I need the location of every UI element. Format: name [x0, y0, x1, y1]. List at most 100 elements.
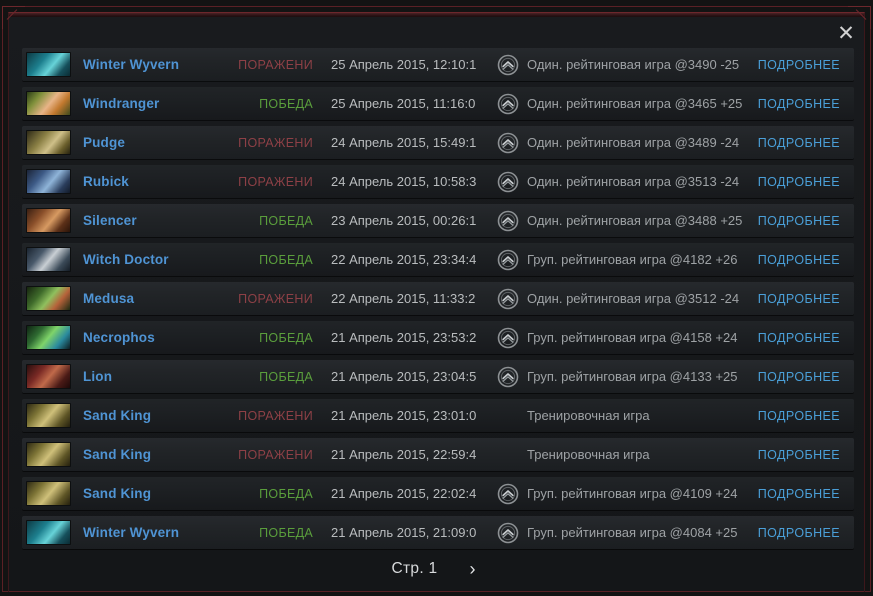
hero-name: Winter Wyvern	[83, 525, 180, 540]
hero-name: Rubick	[83, 174, 129, 189]
match-mode: Груп. рейтинговая игра @4158 +24	[527, 330, 738, 345]
details-button[interactable]: ПОДРОБНЕЕ	[758, 175, 840, 189]
hero-portrait-sand-king	[26, 442, 71, 467]
close-button[interactable]: ✕	[829, 16, 863, 50]
match-mode: Один. рейтинговая игра @3512 -24	[527, 291, 740, 306]
table-row[interactable]: Lion ПОБЕДА 21 Апрель 2015, 23:04:5 Груп. р…	[22, 360, 854, 393]
ranked-game-icon	[497, 327, 519, 349]
table-row[interactable]: Sand King ПОРАЖЕНИ 21 Апрель 2015, 23:01:0…	[22, 399, 854, 432]
match-result: ПОБЕДА	[259, 96, 313, 111]
ranked-game-icon	[497, 366, 519, 388]
ranked-game-icon	[497, 54, 519, 76]
hero-name: Lion	[83, 369, 113, 384]
hero-name: Sand King	[83, 408, 152, 423]
hero-portrait-medusa	[26, 286, 71, 311]
hero-portrait-witch-doctor	[26, 247, 71, 272]
details-button[interactable]: ПОДРОБНЕЕ	[758, 58, 840, 72]
hero-name: Sand King	[83, 447, 152, 462]
ranked-game-icon	[497, 210, 519, 232]
match-date: 21 Апрель 2015, 23:04:5	[331, 369, 477, 384]
match-result: ПОРАЖЕНИ	[238, 447, 313, 462]
details-button[interactable]: ПОДРОБНЕЕ	[758, 409, 840, 423]
match-mode: Один. рейтинговая игра @3490 -25	[527, 57, 740, 72]
match-result: ПОБЕДА	[259, 252, 313, 267]
match-result: ПОБЕДА	[259, 369, 313, 384]
match-date: 21 Апрель 2015, 22:02:4	[331, 486, 477, 501]
match-date: 21 Апрель 2015, 23:01:0	[331, 408, 477, 423]
table-row[interactable]: Winter Wyvern ПОРАЖЕНИ 25 Апрель 2015, 12:…	[22, 48, 854, 81]
match-mode: Тренировочная игра	[527, 447, 650, 462]
hero-portrait-silencer	[26, 208, 71, 233]
details-button[interactable]: ПОДРОБНЕЕ	[758, 370, 840, 384]
details-button[interactable]: ПОДРОБНЕЕ	[758, 97, 840, 111]
match-date: 21 Апрель 2015, 22:59:4	[331, 447, 477, 462]
ranked-game-icon	[497, 522, 519, 544]
match-date: 23 Апрель 2015, 00:26:1	[331, 213, 477, 228]
match-mode: Один. рейтинговая игра @3488 +25	[527, 213, 743, 228]
match-date: 22 Апрель 2015, 11:33:2	[331, 291, 476, 306]
ranked-game-icon	[497, 249, 519, 271]
table-row[interactable]: Rubick ПОРАЖЕНИ 24 Апрель 2015, 10:58:3 Оди…	[22, 165, 854, 198]
match-result: ПОБЕДА	[259, 486, 313, 501]
match-history-list: Winter Wyvern ПОРАЖЕНИ 25 Апрель 2015, 12:…	[22, 48, 854, 553]
hero-portrait-winter-wyvern	[26, 520, 71, 545]
table-row[interactable]: Necrophos ПОБЕДА 21 Апрель 2015, 23:53:2 Гр…	[22, 321, 854, 354]
hero-name: Winter Wyvern	[83, 57, 180, 72]
details-button[interactable]: ПОДРОБНЕЕ	[758, 526, 840, 540]
match-mode: Один. рейтинговая игра @3465 +25	[527, 96, 743, 111]
match-mode: Один. рейтинговая игра @3513 -24	[527, 174, 740, 189]
table-row[interactable]: Sand King ПОРАЖЕНИ 21 Апрель 2015, 22:59:4…	[22, 438, 854, 471]
match-date: 25 Апрель 2015, 12:10:1	[331, 57, 477, 72]
details-button[interactable]: ПОДРОБНЕЕ	[758, 487, 840, 501]
ranked-game-icon	[497, 93, 519, 115]
match-result: ПОРАЖЕНИ	[238, 291, 313, 306]
hero-portrait-sand-king	[26, 481, 71, 506]
ranked-game-icon	[497, 171, 519, 193]
hero-portrait-rubick	[26, 169, 71, 194]
match-date: 21 Апрель 2015, 21:09:0	[331, 525, 477, 540]
hero-name: Sand King	[83, 486, 152, 501]
table-row[interactable]: Windranger ПОБЕДА 25 Апрель 2015, 11:16:0 О…	[22, 87, 854, 120]
table-row[interactable]: Medusa ПОРАЖЕНИ 22 Апрель 2015, 11:33:2 Оди…	[22, 282, 854, 315]
match-mode: Груп. рейтинговая игра @4182 +26	[527, 252, 738, 267]
match-result: ПОРАЖЕНИ	[238, 57, 313, 72]
next-page-button[interactable]: ›	[463, 558, 481, 580]
details-button[interactable]: ПОДРОБНЕЕ	[758, 136, 840, 150]
close-icon: ✕	[837, 21, 855, 45]
table-row[interactable]: Winter Wyvern ПОБЕДА 21 Апрель 2015, 21:09…	[22, 516, 854, 549]
match-mode: Тренировочная игра	[527, 408, 650, 423]
table-row[interactable]: Silencer ПОБЕДА 23 Апрель 2015, 00:26:1 Оди…	[22, 204, 854, 237]
match-mode: Груп. рейтинговая игра @4133 +25	[527, 369, 738, 384]
hero-portrait-windranger	[26, 91, 71, 116]
table-row[interactable]: Witch Doctor ПОБЕДА 22 Апрель 2015, 23:34:…	[22, 243, 854, 276]
ranked-game-icon	[497, 288, 519, 310]
match-date: 24 Апрель 2015, 15:49:1	[331, 135, 477, 150]
hero-portrait-pudge	[26, 130, 71, 155]
match-mode: Один. рейтинговая игра @3489 -24	[527, 135, 740, 150]
match-mode: Груп. рейтинговая игра @4084 +25	[527, 525, 738, 540]
match-date: 24 Апрель 2015, 10:58:3	[331, 174, 477, 189]
match-result: ПОБЕДА	[259, 525, 313, 540]
hero-portrait-necrophos	[26, 325, 71, 350]
match-result: ПОРАЖЕНИ	[238, 408, 313, 423]
match-result: ПОРАЖЕНИ	[238, 135, 313, 150]
match-history-dialog: ✕ Winter Wyvern ПОРАЖЕНИ 25 Апрель 2015, 1…	[0, 0, 873, 596]
hero-name: Pudge	[83, 135, 126, 150]
details-button[interactable]: ПОДРОБНЕЕ	[758, 292, 840, 306]
details-button[interactable]: ПОДРОБНЕЕ	[758, 448, 840, 462]
table-row[interactable]: Sand King ПОБЕДА 21 Апрель 2015, 22:02:4 Гр…	[22, 477, 854, 510]
details-button[interactable]: ПОДРОБНЕЕ	[758, 331, 840, 345]
details-button[interactable]: ПОДРОБНЕЕ	[758, 214, 840, 228]
match-date: 21 Апрель 2015, 23:53:2	[331, 330, 477, 345]
ranked-game-icon	[497, 132, 519, 154]
hero-name: Windranger	[83, 96, 160, 111]
match-result: ПОБЕДА	[259, 213, 313, 228]
match-date: 25 Апрель 2015, 11:16:0	[331, 96, 476, 111]
pagination: Стр. 1 ›	[0, 554, 873, 584]
hero-name: Witch Doctor	[83, 252, 169, 267]
hero-name: Medusa	[83, 291, 135, 306]
hero-portrait-winter-wyvern	[26, 52, 71, 77]
details-button[interactable]: ПОДРОБНЕЕ	[758, 253, 840, 267]
page-number-label: Стр. 1	[391, 560, 438, 577]
table-row[interactable]: Pudge ПОРАЖЕНИ 24 Апрель 2015, 15:49:1 Один…	[22, 126, 854, 159]
